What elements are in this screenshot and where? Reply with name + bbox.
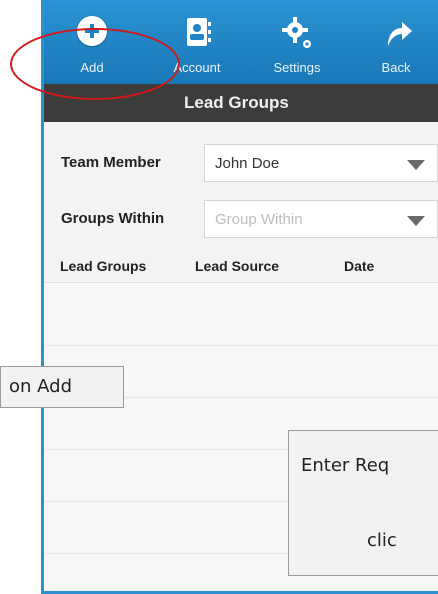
callout-text: Enter Req bbox=[301, 455, 390, 476]
settings-label: Settings bbox=[273, 60, 321, 75]
callout-text: on Add bbox=[9, 376, 72, 397]
groups-within-row: Groups Within Group Within bbox=[44, 192, 438, 244]
column-header-lead-source[interactable]: Lead Source bbox=[195, 258, 279, 274]
team-member-label: Team Member bbox=[61, 154, 161, 171]
dropdown-arrow-icon bbox=[407, 160, 425, 170]
add-highlight-ring bbox=[10, 28, 180, 100]
settings-button[interactable]: Settings bbox=[257, 0, 337, 84]
gear-icon bbox=[282, 17, 311, 48]
instruction-callout-left: on Add bbox=[0, 366, 124, 408]
column-header-lead-groups[interactable]: Lead Groups bbox=[60, 258, 146, 274]
back-arrow-icon bbox=[388, 22, 412, 46]
groups-within-placeholder: Group Within bbox=[215, 211, 303, 228]
callout-text: clic bbox=[367, 530, 397, 551]
back-button[interactable]: Back bbox=[356, 0, 436, 84]
table-header: Lead Groups Lead Source Date bbox=[44, 252, 438, 283]
groups-within-label: Groups Within bbox=[61, 210, 165, 227]
list-row-divider bbox=[44, 345, 438, 346]
groups-within-select[interactable]: Group Within bbox=[204, 200, 438, 238]
dropdown-arrow-icon bbox=[407, 216, 425, 226]
team-member-value: John Doe bbox=[215, 155, 280, 172]
back-label: Back bbox=[381, 60, 411, 75]
page-title: Lead Groups bbox=[184, 93, 289, 112]
contact-card-icon bbox=[187, 18, 211, 46]
column-header-date[interactable]: Date bbox=[344, 258, 374, 274]
instruction-callout-right: Enter Req clic bbox=[288, 430, 438, 576]
team-member-row: Team Member John Doe bbox=[44, 136, 438, 188]
team-member-select[interactable]: John Doe bbox=[204, 144, 438, 182]
